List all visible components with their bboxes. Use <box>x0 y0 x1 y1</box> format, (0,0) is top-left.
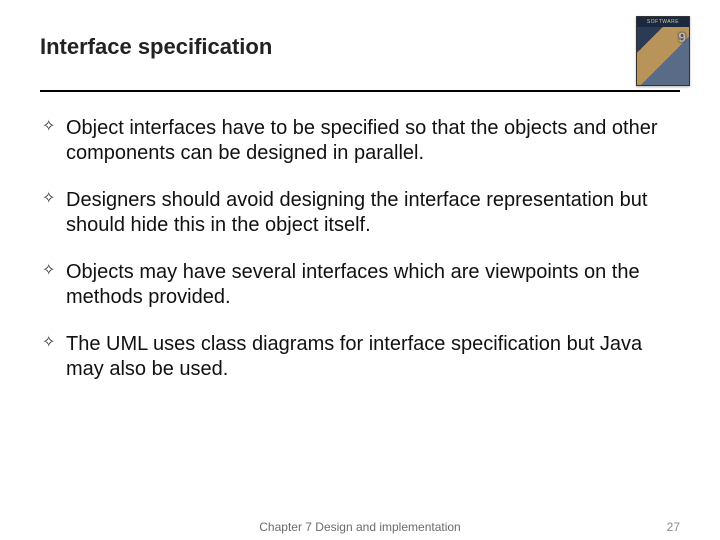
list-item: Objects may have several interfaces whic… <box>40 260 680 310</box>
book-cover-band: SOFTWARE ENGINEERING <box>637 17 689 27</box>
slide: Interface specification SOFTWARE ENGINEE… <box>0 0 720 540</box>
footer-page-number: 27 <box>667 520 680 534</box>
list-item: Designers should avoid designing the int… <box>40 188 680 238</box>
slide-title: Interface specification <box>40 28 680 60</box>
slide-header: Interface specification SOFTWARE ENGINEE… <box>40 28 680 80</box>
footer-chapter: Chapter 7 Design and implementation <box>0 520 720 534</box>
slide-content: Object interfaces have to be specified s… <box>40 92 680 382</box>
bullet-list: Object interfaces have to be specified s… <box>40 116 680 382</box>
list-item: Object interfaces have to be specified s… <box>40 116 680 166</box>
book-cover-icon: SOFTWARE ENGINEERING 9 <box>636 16 690 86</box>
book-edition-number: 9 <box>678 29 686 45</box>
list-item: The UML uses class diagrams for interfac… <box>40 332 680 382</box>
